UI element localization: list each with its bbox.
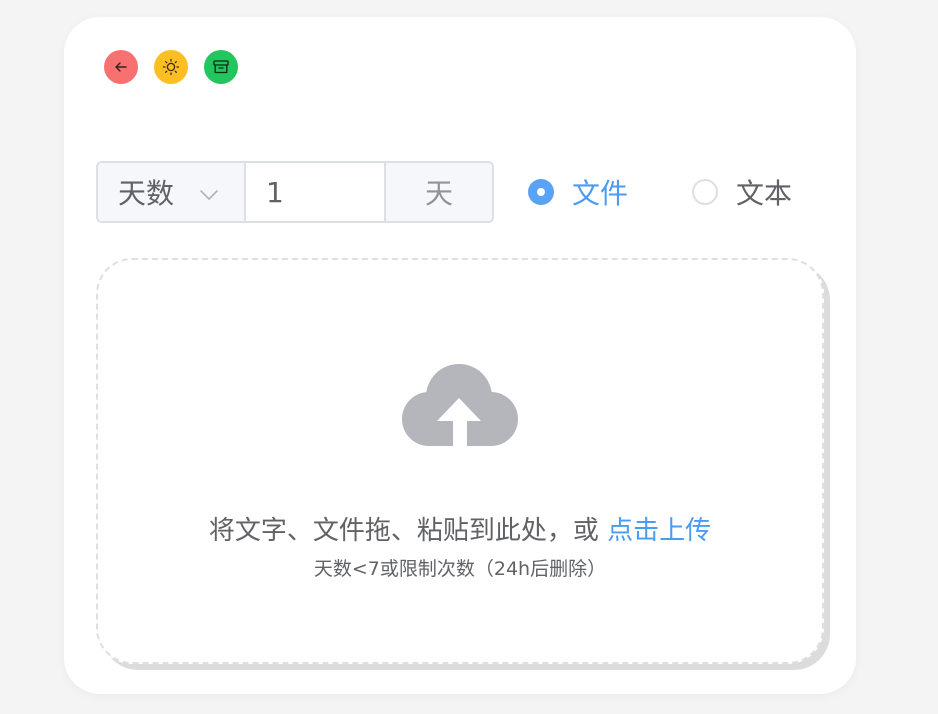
radio-text[interactable]: 文本	[692, 177, 792, 210]
back-button[interactable]	[104, 50, 138, 84]
radio-text-label: 文本	[736, 177, 793, 210]
expiry-input-group: 天数 天	[96, 161, 494, 223]
expiry-unit-label: 天	[386, 163, 492, 221]
expiry-value-input[interactable]	[246, 163, 386, 221]
radio-checked-indicator	[528, 179, 554, 205]
click-upload-link[interactable]: 点击上传	[607, 516, 711, 546]
expiry-mode-select[interactable]: 天数	[98, 163, 246, 221]
upload-prompt-text: 将文字、文件拖、粘贴到此处，或	[208, 516, 599, 546]
sun-icon	[162, 58, 180, 76]
radio-unchecked-indicator	[692, 179, 718, 205]
archive-box-icon	[213, 60, 229, 74]
upload-dropzone[interactable]: 将文字、文件拖、粘贴到此处，或 点击上传 天数<7或限制次数（24h后删除）	[96, 258, 824, 664]
chevron-down-icon	[200, 190, 218, 200]
expiry-mode-value: 天数	[118, 177, 175, 210]
upload-prompt: 将文字、文件拖、粘贴到此处，或 点击上传	[98, 510, 822, 547]
share-card: 天数 天 文件 文本 将文字、文件拖、粘贴到此处，或 点击上传	[64, 17, 856, 694]
archive-button[interactable]	[204, 50, 238, 84]
upload-tip: 天数<7或限制次数（24h后删除）	[313, 558, 607, 580]
theme-toggle-button[interactable]	[154, 50, 188, 84]
cloud-upload-icon	[402, 364, 518, 449]
radio-file[interactable]: 文件	[528, 177, 628, 210]
arrow-left-icon	[115, 62, 127, 72]
radio-file-label: 文件	[572, 177, 629, 210]
